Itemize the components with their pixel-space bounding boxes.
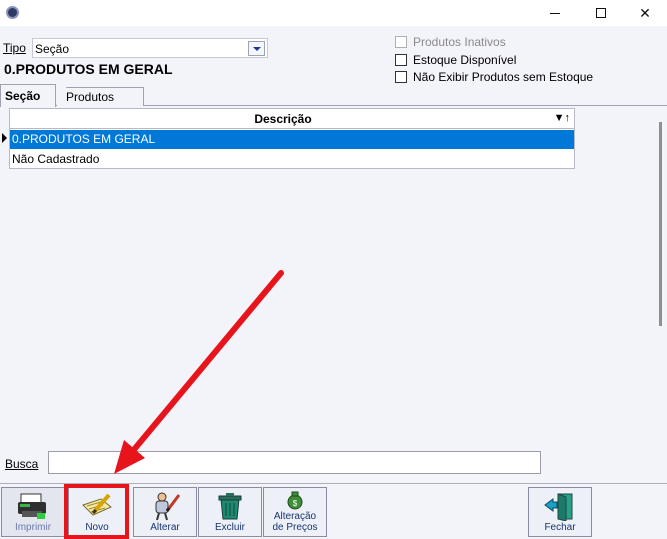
tab-secao[interactable]: Seção bbox=[0, 84, 56, 107]
annotation-arrow bbox=[114, 270, 284, 474]
